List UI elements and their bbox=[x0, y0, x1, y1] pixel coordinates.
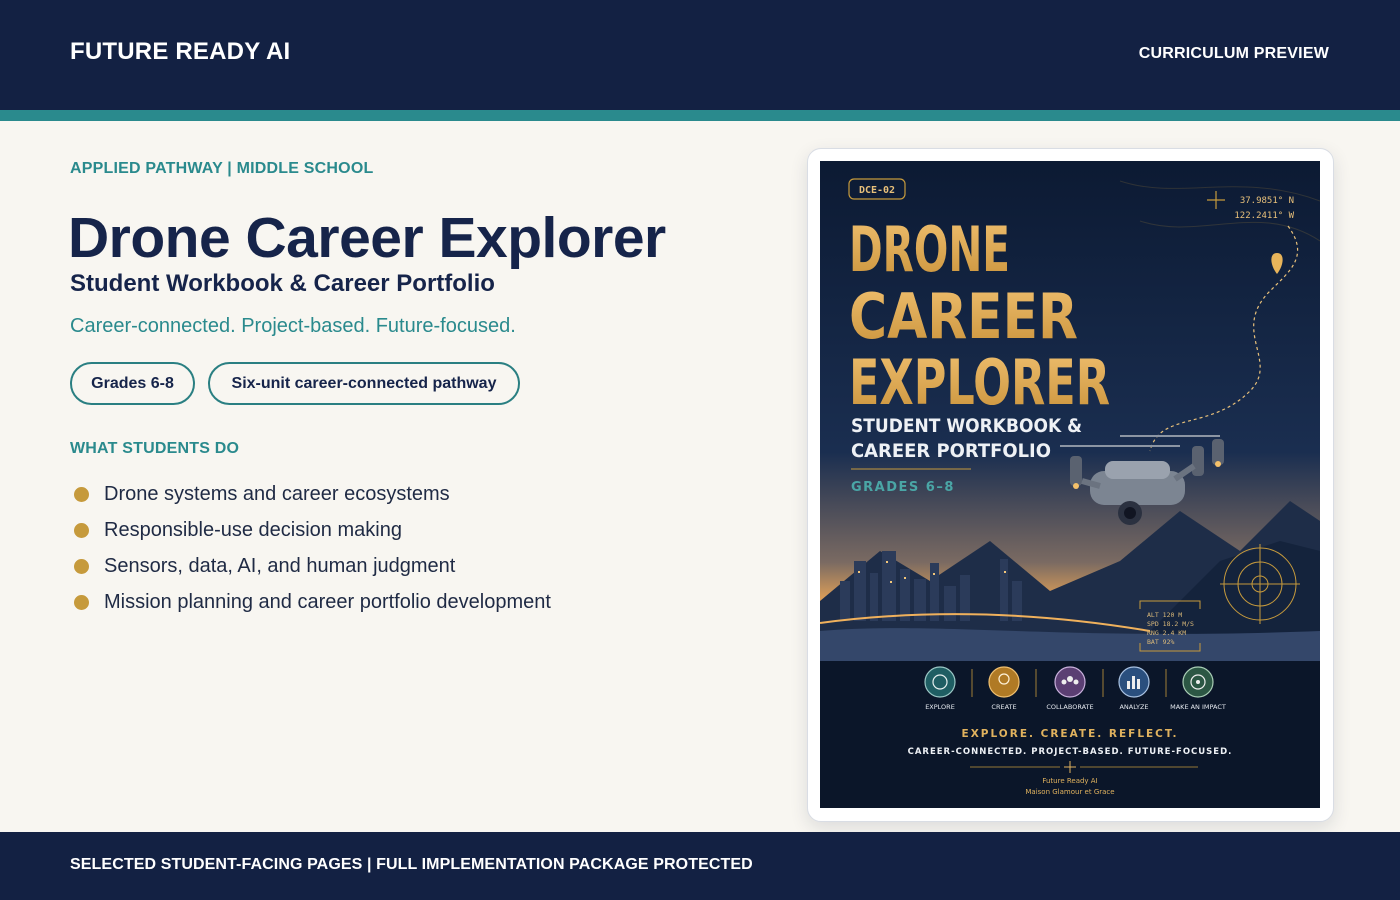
create-lightbulb-icon bbox=[988, 666, 1020, 698]
list-item: Sensors, data, AI, and human judgment bbox=[70, 548, 551, 584]
hud-altitude: ALT 120 M bbox=[1147, 611, 1182, 619]
activities-list: Drone systems and career ecosystems Resp… bbox=[70, 476, 551, 620]
bullet-dot-icon bbox=[74, 558, 89, 574]
top-bar: FUTURE READY AI CURRICULUM PREVIEW bbox=[0, 0, 1400, 110]
cover-icon-label-impact: MAKE AN IMPACT bbox=[1170, 703, 1226, 711]
cover-publisher: Future Ready AI bbox=[1042, 777, 1097, 785]
bullet-dot-icon bbox=[74, 486, 89, 502]
list-item: Mission planning and career portfolio de… bbox=[70, 584, 551, 620]
footer-bar: SELECTED STUDENT-FACING PAGES | FULL IMP… bbox=[0, 832, 1400, 900]
explore-compass-icon bbox=[924, 666, 956, 698]
grades-badge: Grades 6-8 bbox=[70, 362, 195, 405]
hud-speed: SPD 18.2 M/S bbox=[1147, 620, 1194, 628]
cover-motto: EXPLORE. CREATE. REFLECT. bbox=[962, 728, 1179, 740]
cover-title-line-3: EXPLORER bbox=[849, 346, 1110, 419]
cover-grades: GRADES 6–8 bbox=[851, 480, 955, 495]
cover-subtitle-line-2: CAREER PORTFOLIO bbox=[851, 440, 1051, 462]
brand-logo-text[interactable]: FUTURE READY AI bbox=[70, 38, 290, 66]
cover-icon-label-explore: EXPLORE bbox=[925, 703, 955, 711]
workbook-cover-image[interactable]: DCE-02 37.9851° N 122.2411° W DRONE CARE… bbox=[820, 161, 1320, 808]
hud-battery: BAT 92% bbox=[1147, 638, 1174, 646]
cover-coord-lon: 122.2411° W bbox=[1234, 211, 1294, 221]
cover-icon-label-analyze: ANALYZE bbox=[1119, 703, 1148, 711]
cover-title-line-1: DRONE bbox=[849, 213, 1010, 286]
page-title: Drone Career Explorer bbox=[68, 206, 666, 270]
footer-notice: SELECTED STUDENT-FACING PAGES | FULL IMP… bbox=[70, 856, 753, 873]
cover-imprint: Maison Glamour et Grace bbox=[1025, 788, 1114, 796]
cover-icon-label-create: CREATE bbox=[991, 703, 1016, 711]
page-subtitle: Student Workbook & Career Portfolio bbox=[70, 270, 495, 297]
bullet-dot-icon bbox=[74, 594, 89, 610]
cover-code: DCE-02 bbox=[859, 185, 895, 196]
list-item-label: Drone systems and career ecosystems bbox=[104, 482, 450, 505]
cover-tagline: CAREER-CONNECTED. PROJECT-BASED. FUTURE-… bbox=[908, 747, 1233, 757]
hero-tagline: Career-connected. Project-based. Future-… bbox=[70, 315, 516, 337]
bullet-dot-icon bbox=[74, 522, 89, 538]
curriculum-preview-link[interactable]: CURRICULUM PREVIEW bbox=[1139, 45, 1329, 63]
hud-range: RNG 2.4 KM bbox=[1147, 629, 1186, 637]
list-item: Responsible-use decision making bbox=[70, 512, 551, 548]
list-item-label: Mission planning and career portfolio de… bbox=[104, 590, 551, 613]
list-item-label: Sensors, data, AI, and human judgment bbox=[104, 554, 456, 577]
cover-title-line-2: CAREER bbox=[849, 280, 1078, 353]
list-item-label: Responsible-use decision making bbox=[104, 518, 402, 541]
cover-icon-label-collaborate: COLLABORATE bbox=[1046, 703, 1093, 711]
header-accent-rule bbox=[0, 110, 1400, 121]
cover-coord-lat: 37.9851° N bbox=[1240, 196, 1294, 206]
activities-heading: WHAT STUDENTS DO bbox=[70, 440, 240, 457]
pathway-badge: Six-unit career-connected pathway bbox=[208, 362, 520, 405]
cover-subtitle-line-1: STUDENT WORKBOOK & bbox=[851, 415, 1082, 437]
list-item: Drone systems and career ecosystems bbox=[70, 476, 551, 512]
pathway-eyebrow: APPLIED PATHWAY | MIDDLE SCHOOL bbox=[70, 160, 374, 177]
